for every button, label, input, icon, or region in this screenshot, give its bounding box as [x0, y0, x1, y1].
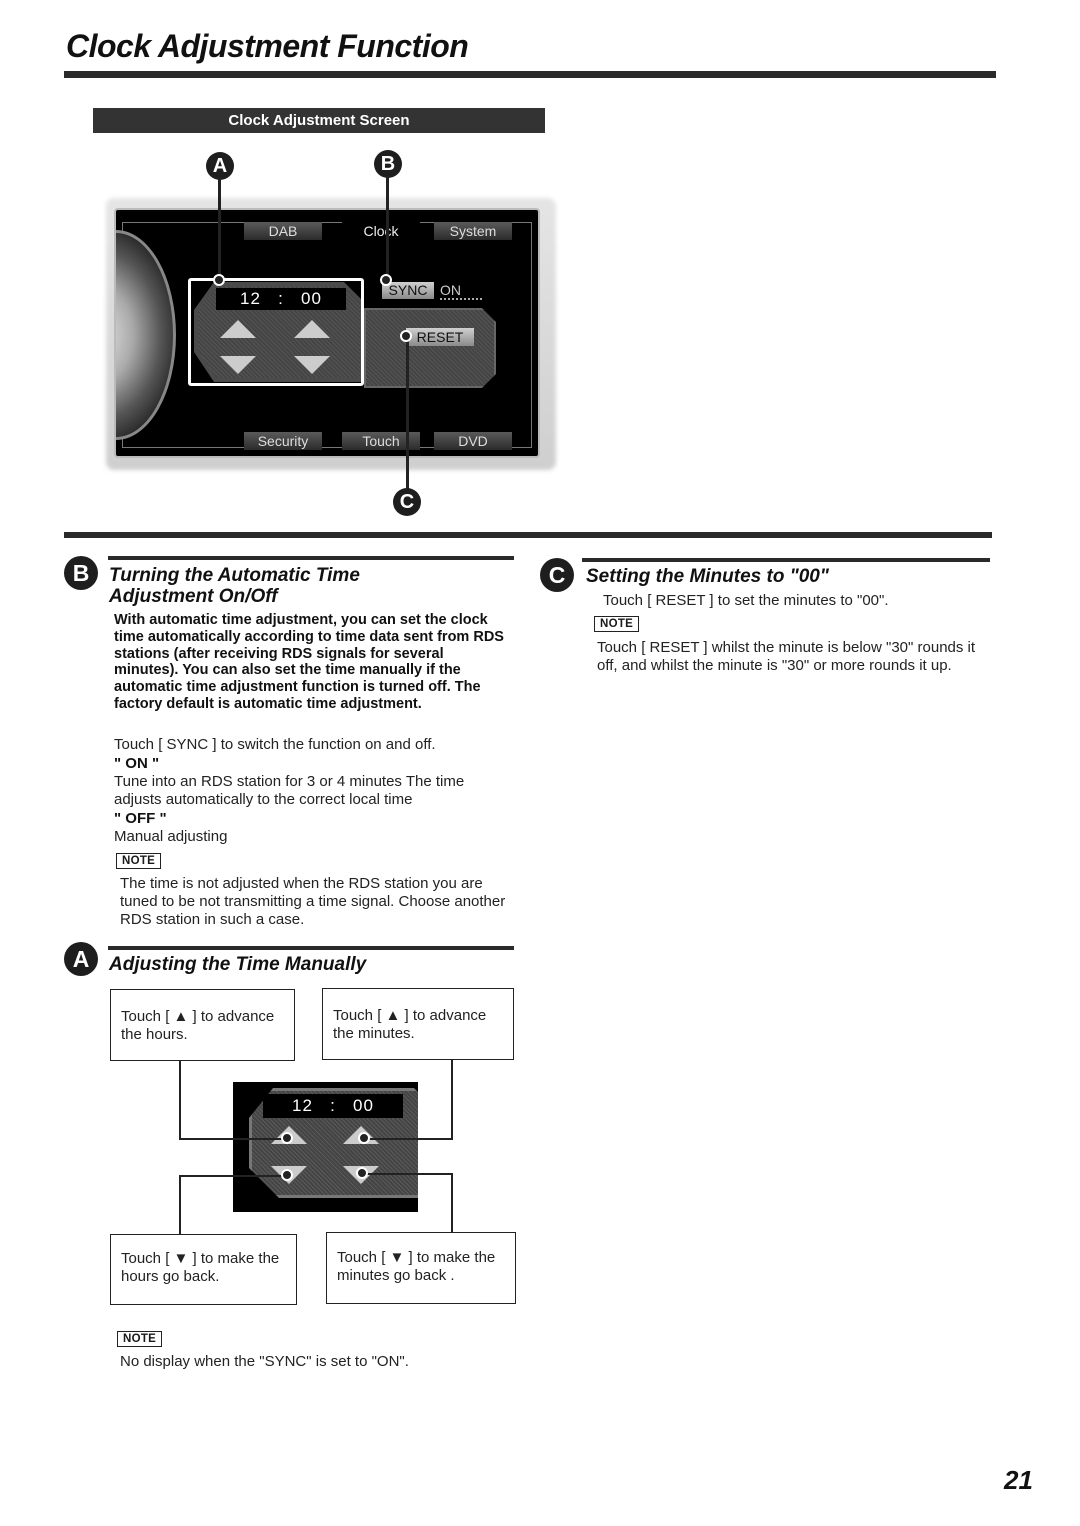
section-c-title: Setting the Minutes to "00": [586, 566, 829, 587]
leader-minutes-up-h: [364, 1138, 453, 1140]
sync-status: ON: [440, 282, 482, 300]
page-title: Clock Adjustment Function: [66, 28, 469, 64]
leader-hours-up-h: [179, 1138, 287, 1140]
leader-hours-down-v: [179, 1175, 181, 1235]
section-c-instruction: Touch [ RESET ] to set the minutes to "0…: [603, 592, 889, 609]
section-b-badge: B: [64, 556, 98, 590]
minutes-up-box: Touch [ ▲ ] to advance the minutes.: [322, 988, 514, 1060]
tab-security[interactable]: Security: [244, 432, 322, 450]
leader-line-c: [406, 336, 409, 490]
callout-b: B: [374, 150, 402, 178]
section-b-rule: [108, 556, 514, 560]
section-c-note-text: Touch [ RESET ] whilst the minute is bel…: [597, 639, 976, 674]
section-divider: [64, 532, 992, 538]
mini-clock-separator: :: [330, 1096, 336, 1115]
figure-label: Clock Adjustment Screen: [93, 108, 545, 133]
clock-highlight-box: [188, 278, 364, 386]
tab-dvd[interactable]: DVD: [434, 432, 512, 450]
section-b-title-line1: Turning the Automatic Time: [109, 565, 360, 586]
section-a-badge: A: [64, 942, 98, 976]
title-rule: [64, 71, 996, 78]
section-b-intro: With automatic time adjustment, you can …: [114, 612, 504, 712]
page-number: 21: [1004, 1465, 1033, 1495]
section-a-note-badge: NOTE: [117, 1331, 163, 1347]
leader-minutes-down-v: [451, 1173, 453, 1233]
leader-dot-minutes-down: [356, 1167, 368, 1179]
section-a-rule: [108, 946, 514, 950]
leader-line-a: [218, 178, 221, 280]
minutes-down-box: Touch [ ▼ ] to make the minutes go back …: [326, 1232, 516, 1304]
section-c-badge: C: [540, 558, 574, 592]
leader-dot-minutes-up: [358, 1132, 370, 1144]
off-label: " OFF ": [114, 810, 167, 827]
section-b-instruction: Touch [ SYNC ] to switch the function on…: [114, 736, 436, 753]
leader-hours-up-v: [179, 1060, 181, 1140]
on-label: " ON ": [114, 755, 160, 772]
on-description: Tune into an RDS station for 3 or 4 minu…: [114, 773, 465, 808]
leader-dot-b: [380, 274, 392, 286]
leader-minutes-down-h: [362, 1173, 453, 1175]
leader-line-b: [386, 176, 389, 280]
section-b-title-line2: Adjustment On/Off: [109, 586, 278, 607]
leader-minutes-up-v: [451, 1059, 453, 1140]
leader-dot-hours-up: [281, 1132, 293, 1144]
hours-up-box: Touch [ ▲ ] to advance the hours.: [110, 989, 295, 1061]
tab-clock[interactable]: Clock: [342, 222, 420, 240]
mini-clock-screen: 12 : 00: [233, 1082, 418, 1212]
off-description: Manual adjusting: [114, 828, 228, 845]
section-b-note-badge: NOTE: [116, 853, 162, 869]
tab-system[interactable]: System: [434, 222, 512, 240]
section-a-title: Adjusting the Time Manually: [109, 954, 367, 975]
mini-clock-minutes: 00: [353, 1096, 374, 1115]
mini-clock-hours: 12: [292, 1096, 313, 1115]
section-c-rule: [582, 558, 990, 562]
leader-dot-hours-down: [281, 1169, 293, 1181]
leader-hours-down-h: [179, 1175, 287, 1177]
leader-dot-a: [213, 274, 225, 286]
tab-dab[interactable]: DAB: [244, 222, 322, 240]
section-c-note-badge: NOTE: [594, 616, 640, 632]
leader-dot-c: [400, 330, 412, 342]
mini-clock-display: 12 : 00: [263, 1094, 403, 1118]
callout-c: C: [393, 488, 421, 516]
section-b-note-text: The time is not adjusted when the RDS st…: [120, 875, 506, 928]
section-a-note-text: No display when the "SYNC" is set to "ON…: [120, 1353, 409, 1370]
callout-a: A: [206, 152, 234, 180]
reset-panel: [364, 308, 496, 388]
hours-down-box: Touch [ ▼ ] to make the hours go back.: [110, 1234, 297, 1305]
reset-button[interactable]: RESET: [406, 328, 474, 346]
